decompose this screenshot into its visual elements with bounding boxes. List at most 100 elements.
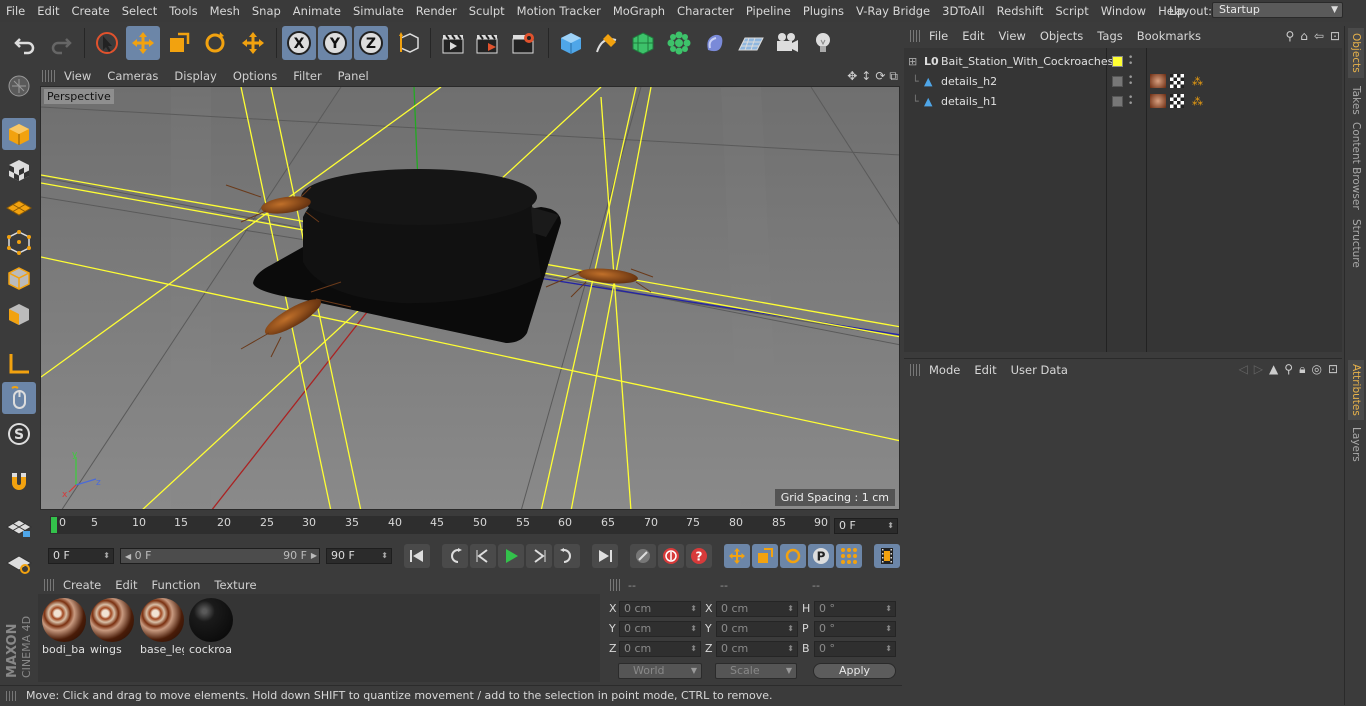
- range-right-arrow-icon[interactable]: ▶: [311, 549, 317, 563]
- material-menu-function[interactable]: Function: [145, 578, 208, 592]
- tab-takes[interactable]: Takes: [1348, 82, 1364, 118]
- expand-toggle-icon[interactable]: ⊞: [908, 55, 917, 68]
- tab-structure[interactable]: Structure: [1348, 214, 1364, 272]
- panel-grip-icon[interactable]: [610, 579, 622, 591]
- material-swatch[interactable]: base_leg: [140, 598, 184, 656]
- material-menu-texture[interactable]: Texture: [207, 578, 263, 592]
- back-arrow-icon[interactable]: ◁: [1239, 362, 1248, 377]
- recent-tool-button[interactable]: [236, 26, 270, 60]
- menu-script[interactable]: Script: [1049, 4, 1094, 18]
- position-x-field[interactable]: 0 cm ⬍: [619, 601, 701, 617]
- render-settings-button[interactable]: [506, 26, 540, 60]
- viewport-menu-display[interactable]: Display: [166, 69, 224, 83]
- material-tag-icon[interactable]: [1150, 94, 1166, 108]
- viewport-menu-options[interactable]: Options: [225, 69, 285, 83]
- next-key-button[interactable]: [554, 544, 580, 568]
- y-axis-lock-button[interactable]: Y: [318, 26, 352, 60]
- workplane-align-button[interactable]: [2, 546, 36, 578]
- spinner-icon[interactable]: ⬍: [885, 622, 892, 636]
- size-z-field[interactable]: 0 cm ⬍: [716, 641, 798, 657]
- position-y-field[interactable]: 0 cm ⬍: [619, 621, 701, 637]
- om-menu-file[interactable]: File: [922, 29, 955, 43]
- viewport-camera-label[interactable]: Perspective: [44, 89, 114, 104]
- spinner-icon[interactable]: ⬍: [690, 642, 697, 656]
- object-row[interactable]: ⊞ L0 Bait_Station_With_Cockroaches • •: [904, 51, 1342, 71]
- forward-arrow-icon[interactable]: ▷: [1254, 362, 1263, 377]
- layer-color-swatch[interactable]: [1112, 56, 1123, 67]
- tab-attributes[interactable]: Attributes: [1348, 360, 1364, 420]
- next-frame-button[interactable]: [526, 544, 552, 568]
- home-icon[interactable]: ⌂: [1300, 29, 1308, 43]
- z-axis-lock-button[interactable]: Z: [354, 26, 388, 60]
- panel-grip-icon[interactable]: [910, 363, 922, 376]
- 3d-viewport[interactable]: y z x Perspective Grid Spacing : 1 cm: [40, 86, 900, 510]
- material-swatch[interactable]: wings: [90, 598, 134, 656]
- panel-grip-icon[interactable]: [44, 579, 56, 591]
- layout-dropdown[interactable]: Startup ▼: [1212, 2, 1343, 18]
- om-menu-view[interactable]: View: [992, 29, 1033, 43]
- uvw-tag-icon[interactable]: [1170, 74, 1184, 88]
- live-selection-button[interactable]: [90, 26, 124, 60]
- record-active-objects-button[interactable]: [630, 544, 656, 568]
- rotation-h-field[interactable]: 0 ° ⬍: [814, 601, 896, 617]
- spinner-icon[interactable]: ⬍: [787, 602, 794, 616]
- panel-grip-icon[interactable]: [42, 70, 56, 82]
- tab-objects[interactable]: Objects: [1348, 28, 1364, 78]
- timeline-window-button[interactable]: [874, 544, 900, 568]
- spinner-icon[interactable]: ⬍: [381, 549, 388, 563]
- new-window-icon[interactable]: ⊡: [1330, 29, 1340, 43]
- spinner-icon[interactable]: ⬍: [887, 519, 894, 533]
- search-icon[interactable]: ⚲: [1285, 29, 1294, 43]
- x-axis-lock-button[interactable]: X: [282, 26, 316, 60]
- object-row[interactable]: └ ▲ details_h1 • • ⁂: [904, 91, 1342, 111]
- key-point-level-button[interactable]: [836, 544, 862, 568]
- menu-sculpt[interactable]: Sculpt: [463, 4, 511, 18]
- key-rotation-button[interactable]: [780, 544, 806, 568]
- add-spline-pen-button[interactable]: [590, 26, 624, 60]
- back-icon[interactable]: ⇦: [1314, 29, 1324, 43]
- spinner-icon[interactable]: ⬍: [103, 549, 110, 563]
- position-z-field[interactable]: 0 cm ⬍: [619, 641, 701, 657]
- key-scale-button[interactable]: [752, 544, 778, 568]
- display-tag-icon[interactable]: [1112, 76, 1123, 87]
- coordinate-system-button[interactable]: [392, 26, 426, 60]
- frame-range-slider[interactable]: ◀ 0 F 90 F ▶: [120, 548, 320, 564]
- material-menu-edit[interactable]: Edit: [108, 578, 144, 592]
- size-x-field[interactable]: 0 cm ⬍: [716, 601, 798, 617]
- go-to-start-button[interactable]: [404, 544, 430, 568]
- material-swatch[interactable]: bodi_ba: [42, 598, 86, 656]
- enable-axis-button[interactable]: [2, 348, 36, 380]
- model-mode-button[interactable]: [2, 118, 36, 150]
- object-row[interactable]: └ ▲ details_h2 • • ⁂: [904, 71, 1342, 91]
- phong-tag-icon[interactable]: ⁂: [1192, 75, 1203, 88]
- tab-content-browser[interactable]: Content Browser: [1348, 122, 1364, 210]
- end-frame-field[interactable]: 90 F ⬍: [326, 548, 392, 564]
- panel-grip-icon[interactable]: [910, 30, 922, 42]
- rotation-p-field[interactable]: 0 ° ⬍: [814, 621, 896, 637]
- key-parameter-button[interactable]: P: [808, 544, 834, 568]
- render-to-picture-viewer-button[interactable]: [470, 26, 504, 60]
- workplane-lock-button[interactable]: [2, 510, 36, 542]
- material-tag-icon[interactable]: [1150, 74, 1166, 88]
- move-tool-button[interactable]: [126, 26, 160, 60]
- timeline-ruler[interactable]: 0 5 10 15 20 25 30 35 40 45 50 55 60 65 …: [50, 516, 830, 534]
- spinner-icon[interactable]: ⬍: [885, 642, 892, 656]
- previous-key-button[interactable]: [442, 544, 468, 568]
- previous-frame-button[interactable]: [470, 544, 496, 568]
- phong-tag-icon[interactable]: ⁂: [1192, 95, 1203, 108]
- menu-redshift[interactable]: Redshift: [991, 4, 1050, 18]
- menu-simulate[interactable]: Simulate: [347, 4, 410, 18]
- redo-button[interactable]: [44, 26, 78, 60]
- render-view-button[interactable]: [436, 26, 470, 60]
- om-menu-tags[interactable]: Tags: [1090, 29, 1129, 43]
- spinner-icon[interactable]: ⬍: [885, 602, 892, 616]
- polygon-mode-button[interactable]: [2, 298, 36, 330]
- current-frame-field[interactable]: 0 F ⬍: [834, 518, 898, 534]
- add-light-button[interactable]: [806, 26, 840, 60]
- menu-snap[interactable]: Snap: [246, 4, 287, 18]
- start-frame-field[interactable]: 0 F ⬍: [48, 548, 114, 564]
- key-position-button[interactable]: [724, 544, 750, 568]
- om-menu-edit[interactable]: Edit: [955, 29, 991, 43]
- make-editable-button[interactable]: [2, 70, 36, 102]
- solo-button[interactable]: S: [2, 418, 36, 450]
